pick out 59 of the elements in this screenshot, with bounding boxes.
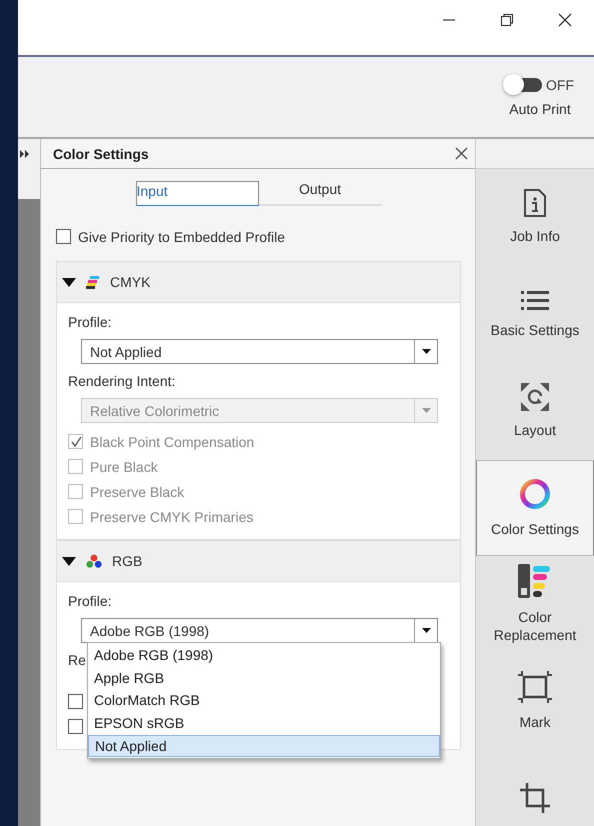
restore-icon [500, 13, 514, 27]
caret-icon [422, 349, 430, 354]
panel-tab[interactable]: Output [258, 181, 382, 206]
section-title: CMYK [110, 274, 150, 290]
crop-icon [520, 783, 550, 813]
color-dots-icon [86, 554, 102, 568]
close-icon[interactable] [455, 147, 468, 160]
sidebar-label: Color Settings [491, 520, 579, 538]
sidebar-item[interactable]: Job Info [476, 169, 594, 266]
collapse-icon [62, 278, 76, 286]
layout-icon [521, 383, 549, 411]
checkbox-label: Give Priority to Embedded Profile [78, 228, 285, 244]
menu-option[interactable]: Apple RGB [88, 666, 440, 690]
frame-icon [518, 671, 552, 703]
info-icon [524, 189, 546, 217]
panel-tab[interactable]: Input [136, 181, 258, 206]
caret-icon [422, 408, 430, 413]
sidebar-label: Basic Settings [490, 321, 580, 339]
sidebar-label: Mark [519, 713, 551, 731]
sidebar-item[interactable]: Basic Settings [476, 266, 594, 363]
list-icon [521, 289, 549, 311]
sidebar-label: Job Info [510, 227, 560, 245]
checkbox-label: Preserve CMYK Primaries [90, 508, 254, 524]
sidebar-label: Layout [514, 421, 556, 439]
expand-icon[interactable] [20, 150, 30, 158]
field-label: Rendering Intent: [68, 372, 176, 391]
field-label: Re [68, 651, 86, 670]
color-ring-icon [519, 478, 551, 510]
section-title: RGB [112, 553, 142, 569]
panel-title: Color Settings [53, 146, 149, 162]
sidebar-item[interactable]: Color Replacement [476, 556, 594, 653]
profile-dropdown[interactable]: Adobe RGB (1998) [81, 618, 438, 643]
checkbox[interactable] [56, 229, 71, 244]
auto-print-label: Auto Print [509, 101, 571, 117]
sidebar-label: Color Replacement [492, 608, 578, 644]
section-header[interactable]: CMYK [57, 262, 460, 303]
ink-stripes-icon [86, 275, 100, 289]
collapse-icon [62, 556, 76, 566]
menu-option[interactable]: ColorMatch RGB [88, 689, 440, 712]
section-header[interactable]: RGB [57, 541, 460, 582]
checkbox-label: Preserve Black [90, 484, 184, 500]
profile-dropdown[interactable]: Not Applied [81, 339, 438, 364]
ink-bars-icon [518, 564, 552, 598]
sidebar-item[interactable]: Mark [476, 653, 594, 750]
menu-option[interactable]: EPSON sRGB [88, 712, 440, 735]
minimize-icon [443, 19, 455, 21]
checkbox-label: Black Point Compensation [90, 434, 254, 450]
caret-icon [422, 628, 430, 633]
checkbox[interactable] [68, 719, 83, 734]
sidebar-item[interactable]: Layout [476, 363, 594, 460]
field-label: Profile: [68, 592, 112, 611]
checkbox-label: Pure Black [90, 458, 158, 474]
menu-option[interactable]: Not Applied [88, 734, 440, 758]
checkbox[interactable] [68, 694, 83, 709]
menu-option[interactable]: Adobe RGB (1998) [88, 644, 440, 667]
toggle-state: OFF [546, 77, 574, 93]
field-label: Profile: [68, 313, 112, 332]
sidebar-item[interactable]: Color Settings [476, 460, 594, 556]
close-icon [558, 13, 572, 27]
